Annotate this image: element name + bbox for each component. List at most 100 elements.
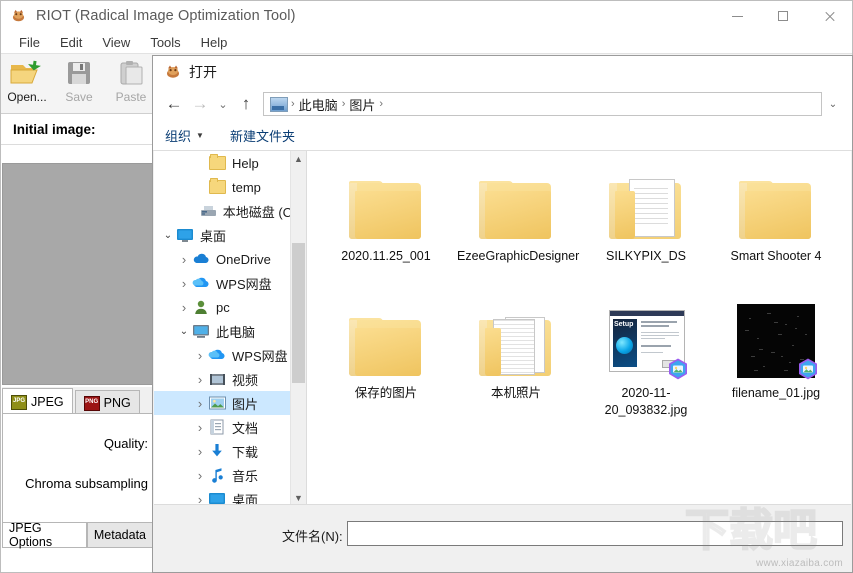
- forward-button[interactable]: →: [187, 92, 213, 116]
- onedrive-cloud-icon: [192, 251, 210, 268]
- file-item[interactable]: SILKYPIX_DS: [581, 163, 711, 300]
- tree-item-11[interactable]: › 文档: [154, 415, 306, 439]
- paste-button[interactable]: Paste: [105, 57, 157, 104]
- wps-cloud-icon: [192, 275, 210, 292]
- tree-item-1[interactable]: temp: [154, 175, 306, 199]
- address-dropdown-icon[interactable]: ⌄: [822, 92, 844, 116]
- maximize-button[interactable]: [760, 1, 806, 31]
- file-item[interactable]: Smart Shooter 4: [711, 163, 841, 300]
- file-item[interactable]: EzeeGraphicDesigner: [451, 163, 581, 300]
- chevron-down-icon[interactable]: ⌄: [176, 326, 192, 337]
- chevron-right-icon[interactable]: ›: [192, 348, 208, 363]
- tree-item-2[interactable]: 本地磁盘 (C:): [154, 199, 306, 223]
- chevron-right-icon[interactable]: ›: [192, 444, 208, 459]
- folder-icon: [479, 300, 553, 378]
- minimize-button[interactable]: [714, 1, 760, 31]
- file-item-label: SILKYPIX_DS: [587, 248, 705, 265]
- menu-bar: File Edit View Tools Help: [1, 31, 852, 53]
- chevron-right-icon[interactable]: ›: [192, 396, 208, 411]
- tree-item-13[interactable]: › 音乐: [154, 463, 306, 487]
- tab-jpeg-label: JPEG: [31, 395, 64, 409]
- recent-locations-icon[interactable]: ⌄: [213, 92, 233, 116]
- tab-metadata[interactable]: Metadata: [87, 523, 153, 548]
- save-button-label: Save: [65, 90, 92, 104]
- menu-help[interactable]: Help: [191, 33, 238, 52]
- open-button[interactable]: Open...: [1, 57, 53, 104]
- file-item[interactable]: 本机照片: [451, 300, 581, 437]
- tree-item-10[interactable]: › 图片: [154, 391, 306, 415]
- chroma-subsampling-label: Chroma subsampling: [25, 476, 148, 491]
- filename-input[interactable]: [347, 521, 843, 546]
- up-button[interactable]: ↑: [233, 92, 259, 116]
- tree-item-0[interactable]: Help: [154, 151, 306, 175]
- tree-item-7[interactable]: ⌄ 此电脑: [154, 319, 306, 343]
- quality-label: Quality:: [104, 436, 148, 451]
- onedrive-sync-badge: [666, 357, 690, 381]
- tree-item-label: 图片: [232, 394, 258, 413]
- file-list-view[interactable]: 2020.11.25_001 EzeeGraphicDesigner SILKYPI…: [307, 151, 851, 506]
- chevron-right-icon[interactable]: ›: [176, 252, 192, 267]
- open-file-dialog: 打开 ← → ⌄ ↑ › 此电脑 › 图片 › ⌄ 组织 ▼ 新建文件夹 Hel…: [152, 55, 853, 573]
- format-tabs: JPG JPEG PNG PNG: [2, 387, 153, 415]
- file-item[interactable]: 2020.11.25_001: [321, 163, 451, 300]
- file-item[interactable]: 保存的图片: [321, 300, 451, 437]
- tree-item-5[interactable]: › WPS网盘: [154, 271, 306, 295]
- file-item[interactable]: filename_01.jpg: [711, 300, 841, 437]
- scrollbar-thumb[interactable]: [292, 243, 305, 383]
- tree-item-6[interactable]: › pc: [154, 295, 306, 319]
- address-bar[interactable]: › 此电脑 › 图片 ›: [263, 92, 822, 116]
- paste-button-label: Paste: [116, 90, 147, 104]
- tab-jpeg[interactable]: JPG JPEG: [2, 388, 73, 415]
- breadcrumb-this-pc[interactable]: 此电脑: [295, 95, 342, 114]
- breadcrumb-separator: ›: [379, 98, 383, 110]
- breadcrumb-pictures[interactable]: 图片: [345, 95, 379, 114]
- this-pc-icon: [192, 323, 210, 340]
- folder-icon: [739, 163, 813, 241]
- tree-item-8[interactable]: › WPS网盘: [154, 343, 306, 367]
- scroll-up-icon[interactable]: ▲: [291, 151, 306, 167]
- chevron-right-icon[interactable]: ›: [192, 420, 208, 435]
- menu-edit[interactable]: Edit: [50, 33, 92, 52]
- tree-item-label: OneDrive: [216, 252, 271, 267]
- file-item-label: filename_01.jpg: [717, 385, 835, 402]
- new-folder-button[interactable]: 新建文件夹: [230, 126, 295, 145]
- tree-item-label: 本地磁盘 (C:): [223, 202, 300, 221]
- tab-png[interactable]: PNG PNG: [75, 390, 140, 415]
- chevron-right-icon[interactable]: ›: [192, 372, 208, 387]
- close-button[interactable]: [806, 1, 852, 31]
- chevron-down-icon[interactable]: ⌄: [160, 230, 176, 241]
- jpg-file-icon: JPG: [11, 395, 27, 410]
- save-disk-icon: [64, 57, 94, 89]
- menu-file[interactable]: File: [9, 33, 50, 52]
- navigation-bar: ← → ⌄ ↑ › 此电脑 › 图片 › ⌄: [153, 88, 852, 120]
- dialog-title: 打开: [189, 62, 217, 82]
- tree-scrollbar[interactable]: ▲ ▼: [290, 151, 306, 506]
- tree-item-3[interactable]: ⌄ 桌面: [154, 223, 306, 247]
- file-item-label: Smart Shooter 4: [717, 248, 835, 265]
- pictures-icon: [208, 395, 226, 412]
- menu-view[interactable]: View: [92, 33, 140, 52]
- file-item-label: 2020-11-20_093832.jpg: [587, 385, 705, 419]
- tree-item-label: 桌面: [200, 226, 226, 245]
- tree-item-9[interactable]: › 视频: [154, 367, 306, 391]
- chevron-right-icon[interactable]: ›: [176, 276, 192, 291]
- tree-item-4[interactable]: › OneDrive: [154, 247, 306, 271]
- back-button[interactable]: ←: [161, 92, 187, 116]
- watermark-url: www.xiazaiba.com: [756, 558, 843, 569]
- image-thumbnail: Setup: [607, 300, 685, 378]
- dialog-title-bar: 打开: [153, 56, 852, 88]
- chevron-right-icon[interactable]: ›: [176, 300, 192, 315]
- chevron-right-icon[interactable]: ›: [192, 468, 208, 483]
- file-item[interactable]: Setup 2020-11-20_093832.jpg: [581, 300, 711, 437]
- tab-jpeg-options[interactable]: JPEG Options: [2, 523, 87, 548]
- tree-item-label: 此电脑: [216, 322, 255, 341]
- menu-tools[interactable]: Tools: [140, 33, 190, 52]
- music-icon: [208, 467, 226, 484]
- tree-item-12[interactable]: › 下载: [154, 439, 306, 463]
- organize-button[interactable]: 组织 ▼: [165, 126, 204, 145]
- save-button[interactable]: Save: [53, 57, 105, 104]
- organize-label: 组织: [165, 126, 191, 145]
- command-bar: 组织 ▼ 新建文件夹: [153, 120, 852, 151]
- file-item-label: 保存的图片: [327, 385, 445, 402]
- dialog-body: Help temp 本地磁盘 (C:) ⌄ 桌面 › OneDrive › WPS网盘 › pc ⌄ 此…: [154, 151, 851, 506]
